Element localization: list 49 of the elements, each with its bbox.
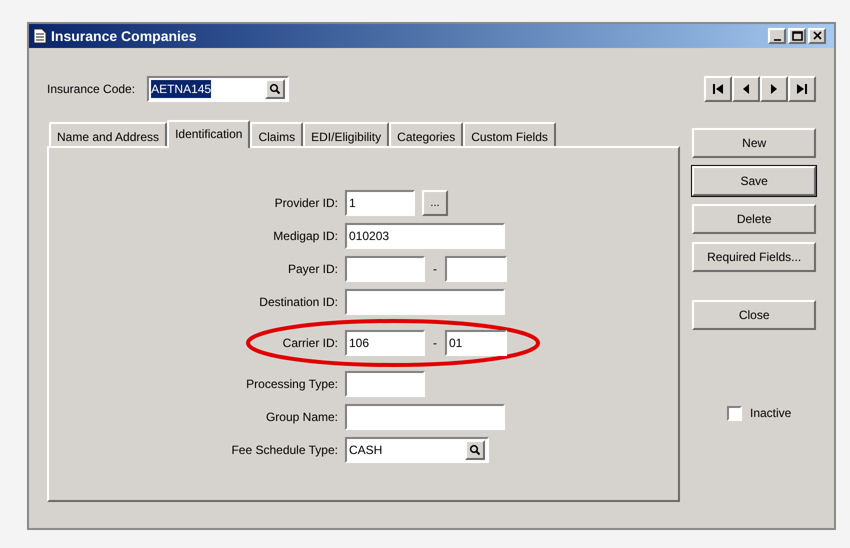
- input-field[interactable]: 1: [345, 190, 415, 216]
- previous-record-icon[interactable]: [732, 76, 760, 102]
- action-button[interactable]: Close: [692, 300, 816, 330]
- field-label: Fee Schedule Type:: [231, 442, 338, 459]
- separator: -: [432, 335, 438, 352]
- action-button[interactable]: Required Fields...: [692, 242, 816, 272]
- search-icon: [269, 83, 282, 95]
- minimize-icon[interactable]: [768, 28, 786, 44]
- field-label: Group Name:: [266, 409, 338, 426]
- close-icon[interactable]: [808, 28, 826, 44]
- field-label: Processing Type:: [246, 376, 338, 393]
- field-label: Carrier ID:: [282, 335, 338, 352]
- input-field[interactable]: 010203: [345, 223, 505, 249]
- input-field[interactable]: 01: [445, 330, 507, 356]
- tab[interactable]: Custom Fields: [463, 122, 556, 146]
- last-record-icon[interactable]: [788, 76, 816, 102]
- input-field[interactable]: [345, 289, 505, 315]
- action-button[interactable]: Delete: [692, 204, 816, 234]
- insurance-code-field[interactable]: AETNA145: [147, 76, 290, 102]
- maximize-icon[interactable]: [788, 28, 806, 44]
- field-label: Insurance Code:: [47, 81, 136, 98]
- tab[interactable]: Categories: [389, 122, 464, 146]
- input-field[interactable]: [445, 256, 507, 282]
- input-field[interactable]: [345, 404, 505, 430]
- field-label: Medigap ID:: [273, 228, 338, 245]
- input-field[interactable]: [345, 256, 425, 282]
- lookup-button[interactable]: [265, 79, 286, 99]
- input-field[interactable]: 106: [345, 330, 425, 356]
- first-record-icon[interactable]: [704, 76, 732, 102]
- next-record-icon[interactable]: [760, 76, 788, 102]
- tab[interactable]: Claims: [250, 122, 304, 146]
- fee-schedule-field[interactable]: CASH: [345, 437, 489, 463]
- search-icon: [469, 444, 481, 456]
- field-label: Provider ID:: [274, 195, 338, 212]
- window-title: Insurance Companies: [51, 26, 196, 46]
- field-label: Destination ID:: [259, 294, 338, 311]
- checkbox-label: Inactive: [750, 405, 792, 422]
- field-label: Payer ID:: [288, 261, 338, 278]
- input-field[interactable]: [345, 371, 425, 397]
- checkbox[interactable]: [726, 406, 742, 420]
- tab[interactable]: EDI/Eligibility: [303, 122, 390, 146]
- lookup-button[interactable]: [465, 440, 485, 460]
- tab[interactable]: Name and Address: [49, 122, 168, 146]
- separator: -: [432, 261, 438, 278]
- browse-button[interactable]: ...: [422, 190, 448, 216]
- action-button[interactable]: Save: [692, 166, 816, 196]
- action-button[interactable]: New: [692, 128, 816, 158]
- document-icon: [33, 28, 47, 44]
- tab[interactable]: Identification: [167, 120, 250, 148]
